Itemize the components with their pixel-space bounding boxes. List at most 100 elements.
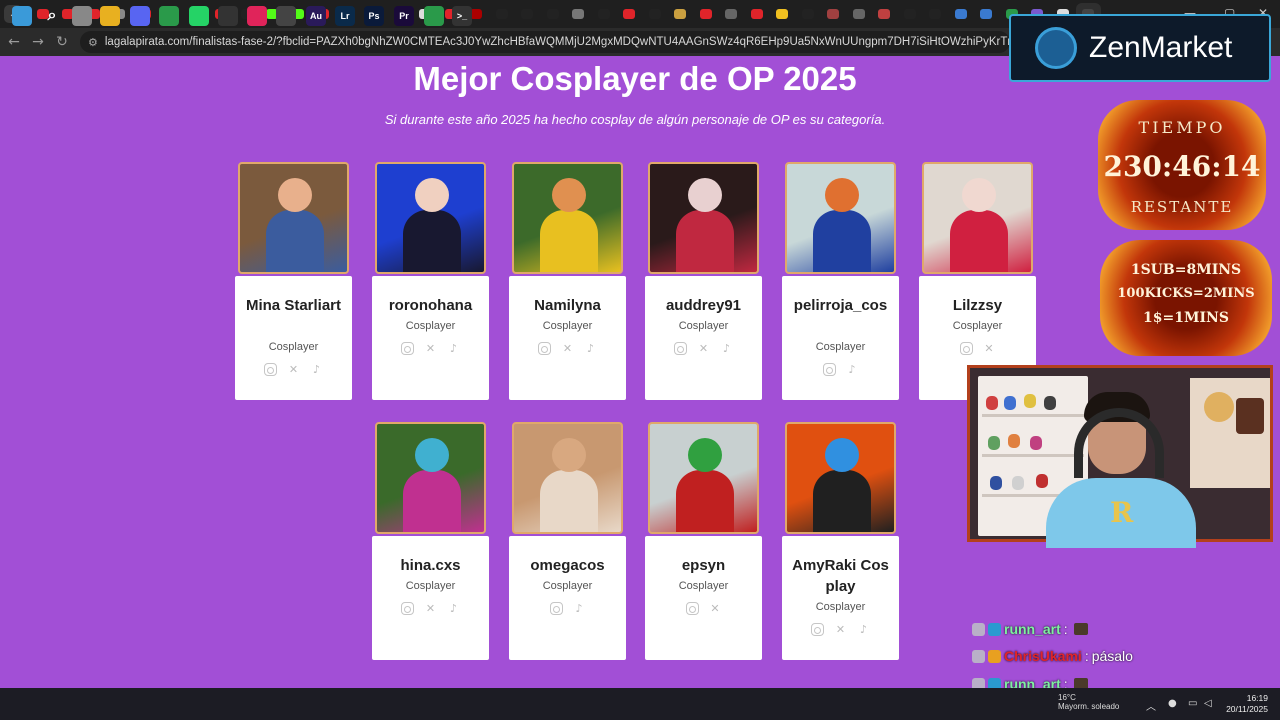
tab-favicon-icon (852, 9, 865, 19)
finalist-card[interactable]: AmyRaki Cosplay Cosplayer ✕ ♪ (782, 422, 899, 660)
search-icon[interactable]: ⌕ (42, 6, 62, 26)
browser-tab[interactable] (897, 3, 923, 25)
browser-tab[interactable] (770, 3, 796, 25)
finalist-card[interactable]: Namilyna Cosplayer ✕ ♪ (509, 162, 626, 400)
x-icon[interactable]: ✕ (424, 342, 437, 355)
instagram-icon[interactable] (549, 602, 563, 615)
finalist-card[interactable]: pelirroja_cos Cosplayer ♪ (782, 162, 899, 400)
browser-tab[interactable] (974, 3, 1000, 25)
tiktok-icon[interactable]: ♪ (447, 602, 460, 615)
finalist-card[interactable]: roronohana Cosplayer ✕ ♪ (372, 162, 489, 400)
tab-favicon-icon (648, 9, 661, 19)
x-icon[interactable]: ✕ (709, 602, 722, 615)
instagram-icon[interactable] (401, 342, 414, 355)
browser-tab[interactable] (668, 3, 694, 25)
browser-tab[interactable] (693, 3, 719, 25)
finalist-card[interactable]: omegacos Cosplayer ♪ (509, 422, 626, 660)
tiktok-icon[interactable]: ♪ (573, 602, 586, 615)
reload-icon[interactable]: ↻ (50, 34, 74, 50)
tiktok-icon[interactable]: ♪ (447, 342, 460, 355)
tiktok-icon[interactable]: ♪ (846, 363, 859, 376)
task-view-icon[interactable] (72, 6, 92, 26)
taskbar-clock[interactable]: 16:19 20/11/2025 (1224, 693, 1268, 715)
cosplayer-photo[interactable] (238, 162, 349, 274)
tiktok-icon[interactable]: ♪ (720, 342, 733, 355)
volume-icon[interactable]: ◁ (1204, 698, 1212, 709)
cosplayer-photo[interactable] (648, 162, 759, 274)
cosplayer-photo[interactable] (375, 162, 486, 274)
cosplayer-photo[interactable] (375, 422, 486, 534)
tiktok-icon[interactable]: ♪ (584, 342, 597, 355)
cosplayer-photo[interactable] (785, 422, 896, 534)
browser-tab[interactable] (795, 3, 821, 25)
cosplayer-photo[interactable] (922, 162, 1033, 274)
browser-tab[interactable] (923, 3, 949, 25)
browser-tab[interactable] (540, 3, 566, 25)
cosplayer-photo[interactable] (512, 422, 623, 534)
instagram-icon[interactable] (264, 363, 277, 376)
cosplayer-photo[interactable] (785, 162, 896, 274)
right-shelf (1190, 378, 1270, 488)
network-icon[interactable]: ▭ (1188, 698, 1197, 709)
chat-text: pásalo (1091, 648, 1133, 664)
browser-tab[interactable] (642, 3, 668, 25)
instagram-icon[interactable] (685, 602, 699, 615)
x-icon[interactable]: ✕ (424, 602, 437, 615)
terminal-icon[interactable]: >_ (452, 6, 472, 26)
url-field[interactable]: ⚙ lagalapirata.com/finalistas-fase-2/?fb… (80, 31, 1010, 53)
tiktok-icon[interactable] (247, 6, 267, 26)
capcut-icon[interactable] (276, 6, 296, 26)
back-icon[interactable]: ← (2, 34, 26, 50)
finalist-card[interactable]: auddrey91 Cosplayer ✕ ♪ (645, 162, 762, 400)
tab-favicon-icon (903, 9, 916, 19)
lightroom-icon[interactable]: Lr (335, 6, 355, 26)
browser-tab[interactable] (821, 3, 847, 25)
instagram-icon[interactable] (811, 623, 824, 636)
browser-tab[interactable] (744, 3, 770, 25)
file-explorer-icon[interactable] (100, 6, 120, 26)
instagram-icon[interactable] (822, 363, 836, 376)
x-icon[interactable]: ✕ (834, 623, 847, 636)
cosplayer-name: pelirroja_cos (793, 297, 888, 314)
browser-tab[interactable] (566, 3, 592, 25)
site-info-icon[interactable]: ⚙ (88, 36, 98, 49)
tiktok-icon[interactable]: ♪ (310, 363, 323, 376)
weather-widget[interactable]: 16°C Mayorm. soleado (1040, 693, 1119, 711)
discord-icon[interactable] (130, 6, 150, 26)
cosplayer-name: roronohana (388, 297, 473, 314)
cosplayer-photo[interactable] (648, 422, 759, 534)
x-icon[interactable]: ✕ (983, 342, 996, 355)
forward-icon[interactable]: → (26, 34, 50, 50)
instagram-icon[interactable] (401, 602, 414, 615)
cosplayer-photo[interactable] (512, 162, 623, 274)
premiere-icon[interactable]: Pr (394, 6, 414, 26)
audition-icon[interactable]: Au (306, 6, 326, 26)
instagram-icon[interactable] (538, 342, 551, 355)
windows-start-icon[interactable] (12, 6, 32, 26)
chrome-active-icon[interactable] (424, 6, 444, 26)
tray-chevron-icon[interactable]: ︿ (1146, 698, 1156, 713)
browser-tab[interactable] (872, 3, 898, 25)
x-icon[interactable]: ✕ (287, 363, 300, 376)
x-icon[interactable]: ✕ (561, 342, 574, 355)
browser-tab[interactable] (591, 3, 617, 25)
browser-tab[interactable] (719, 3, 745, 25)
browser-tab[interactable] (948, 3, 974, 25)
photoshop-icon[interactable]: Ps (364, 6, 384, 26)
whatsapp-icon[interactable] (189, 6, 209, 26)
tiktok-icon[interactable]: ♪ (857, 623, 870, 636)
instagram-icon[interactable] (959, 342, 973, 355)
finalist-card[interactable]: Mina Starliart Cosplayer ✕ ♪ (235, 162, 352, 400)
browser-tab[interactable] (846, 3, 872, 25)
browser-tab[interactable] (489, 3, 515, 25)
x-icon[interactable]: ✕ (697, 342, 710, 355)
mic-icon[interactable]: ● (1168, 698, 1177, 709)
browser-tab[interactable] (515, 3, 541, 25)
obs-icon[interactable] (218, 6, 238, 26)
cosplayer-role: Cosplayer (815, 601, 866, 613)
browser-tab[interactable] (617, 3, 643, 25)
finalist-card[interactable]: hina.cxs Cosplayer ✕ ♪ (372, 422, 489, 660)
chrome-icon[interactable] (159, 6, 179, 26)
finalist-card[interactable]: epsyn Cosplayer ✕ (645, 422, 762, 660)
instagram-icon[interactable] (674, 342, 687, 355)
